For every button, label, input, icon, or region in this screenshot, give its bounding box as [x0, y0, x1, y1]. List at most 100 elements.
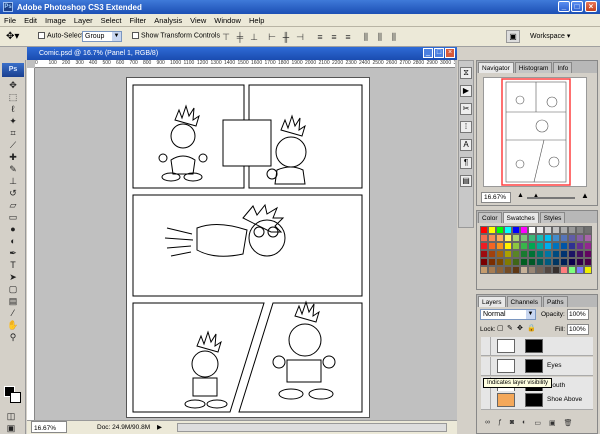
- color-swatch[interactable]: [496, 226, 504, 234]
- align-top-icon[interactable]: ⊤: [220, 32, 232, 42]
- move-tool-icon[interactable]: ✥: [6, 80, 20, 91]
- character-panel-icon[interactable]: A: [460, 139, 472, 151]
- color-swatch[interactable]: [552, 258, 560, 266]
- color-swatch[interactable]: [512, 242, 520, 250]
- color-swatch[interactable]: [560, 234, 568, 242]
- color-swatch[interactable]: [584, 242, 592, 250]
- color-swatch[interactable]: [584, 226, 592, 234]
- lock-all-icon[interactable]: 🔒: [527, 324, 536, 332]
- color-swatch[interactable]: [568, 242, 576, 250]
- menu-help[interactable]: Help: [249, 16, 264, 25]
- pen-tool-icon[interactable]: ✒: [6, 248, 20, 259]
- color-swatch[interactable]: [496, 242, 504, 250]
- color-swatch[interactable]: [528, 226, 536, 234]
- add-mask-icon[interactable]: ◙: [510, 419, 514, 431]
- color-swatch[interactable]: [552, 234, 560, 242]
- color-swatch[interactable]: [528, 234, 536, 242]
- color-swatch[interactable]: [576, 226, 584, 234]
- color-swatch[interactable]: [544, 250, 552, 258]
- color-swatch[interactable]: [496, 258, 504, 266]
- color-swatch[interactable]: [576, 258, 584, 266]
- color-swatch[interactable]: [488, 234, 496, 242]
- layer-row[interactable]: Eyes: [481, 357, 593, 376]
- lock-position-icon[interactable]: ✥: [517, 324, 523, 332]
- zoom-in-icon[interactable]: ▲: [581, 191, 589, 200]
- zoom-field[interactable]: 16.67%: [31, 421, 67, 433]
- color-swatch[interactable]: [544, 234, 552, 242]
- quick-mask-icon[interactable]: ◫: [4, 411, 18, 422]
- color-swatch[interactable]: [560, 226, 568, 234]
- new-group-icon[interactable]: ▭: [534, 419, 541, 431]
- crop-tool-icon[interactable]: ⌗: [6, 128, 20, 139]
- color-swatch[interactable]: [584, 234, 592, 242]
- new-layer-icon[interactable]: ▣: [549, 419, 556, 431]
- tab-swatches[interactable]: Swatches: [502, 212, 539, 223]
- gradient-tool-icon[interactable]: ▭: [6, 212, 20, 223]
- palette-well-icon[interactable]: ▣: [506, 30, 520, 43]
- blend-mode-dropdown[interactable]: Normal ▼: [480, 309, 536, 320]
- color-swatch[interactable]: [576, 266, 584, 274]
- color-swatch[interactable]: [536, 242, 544, 250]
- color-swatch[interactable]: [552, 266, 560, 274]
- color-swatch[interactable]: [584, 250, 592, 258]
- distribute-top-icon[interactable]: ≡: [314, 32, 326, 42]
- tab-histogram[interactable]: Histogram: [514, 62, 553, 73]
- lasso-tool-icon[interactable]: ℓ: [6, 104, 20, 115]
- navigator-thumbnail[interactable]: [483, 77, 587, 187]
- minimize-button[interactable]: _: [558, 1, 570, 12]
- screen-mode-icon[interactable]: ▣: [4, 423, 18, 434]
- comic-page-canvas[interactable]: [126, 77, 370, 418]
- color-swatch[interactable]: [528, 242, 536, 250]
- color-swatch[interactable]: [504, 234, 512, 242]
- color-swatch[interactable]: [536, 226, 544, 234]
- delete-layer-icon[interactable]: 🗑: [564, 419, 573, 431]
- color-swatch[interactable]: [512, 266, 520, 274]
- actions-panel-icon[interactable]: ▶: [460, 85, 472, 97]
- color-swatch[interactable]: [520, 226, 528, 234]
- color-swatch[interactable]: [544, 258, 552, 266]
- blur-tool-icon[interactable]: ●: [6, 224, 20, 235]
- layer-row[interactable]: [481, 337, 593, 356]
- shape-tool-icon[interactable]: ▢: [6, 284, 20, 295]
- color-swatch[interactable]: [480, 226, 488, 234]
- color-swatch[interactable]: [496, 234, 504, 242]
- color-swatch[interactable]: [480, 234, 488, 242]
- color-swatch[interactable]: [512, 250, 520, 258]
- color-swatch[interactable]: [520, 242, 528, 250]
- color-swatch[interactable]: [504, 242, 512, 250]
- color-swatch[interactable]: [576, 250, 584, 258]
- navigator-zoom-field[interactable]: 16.67%: [481, 192, 511, 203]
- color-swatch[interactable]: [504, 266, 512, 274]
- zoom-out-icon[interactable]: ▲: [517, 192, 524, 199]
- color-swatch[interactable]: [568, 266, 576, 274]
- color-swatch[interactable]: [520, 258, 528, 266]
- doc-maximize-button[interactable]: □: [434, 48, 444, 58]
- color-swatch[interactable]: [576, 234, 584, 242]
- dodge-tool-icon[interactable]: ◐: [6, 236, 20, 247]
- layer-comps-icon[interactable]: ▤: [460, 175, 472, 187]
- distribute-hcenter-icon[interactable]: ⫼: [374, 32, 386, 42]
- slice-tool-icon[interactable]: ⟋: [6, 140, 20, 151]
- align-right-icon[interactable]: ⊣: [294, 32, 306, 42]
- horizontal-scrollbar[interactable]: [177, 423, 447, 432]
- align-left-icon[interactable]: ⊢: [266, 32, 278, 42]
- distribute-right-icon[interactable]: ⫼: [388, 32, 400, 42]
- color-swatch[interactable]: [536, 250, 544, 258]
- color-swatch[interactable]: [496, 250, 504, 258]
- color-swatch[interactable]: [488, 250, 496, 258]
- maximize-button[interactable]: □: [571, 1, 583, 12]
- horizontal-ruler[interactable]: 0 100 200 300 400 500 600 700 800 900 1000 1100 1200…: [35, 60, 455, 68]
- eraser-tool-icon[interactable]: ▱: [6, 200, 20, 211]
- brushes-panel-icon[interactable]: ⁞: [460, 121, 472, 133]
- type-tool-icon[interactable]: T: [6, 260, 20, 271]
- align-vcenter-icon[interactable]: ╪: [234, 32, 246, 42]
- color-swatch[interactable]: [504, 258, 512, 266]
- paragraph-panel-icon[interactable]: ¶: [460, 157, 472, 169]
- menu-window[interactable]: Window: [214, 16, 241, 25]
- color-swatch[interactable]: [568, 250, 576, 258]
- tab-channels[interactable]: Channels: [506, 296, 542, 307]
- color-swatch[interactable]: [560, 258, 568, 266]
- notes-tool-icon[interactable]: ▤: [6, 296, 20, 307]
- brush-tool-icon[interactable]: ✎: [6, 164, 20, 175]
- magic-wand-tool-icon[interactable]: ✦: [6, 116, 20, 127]
